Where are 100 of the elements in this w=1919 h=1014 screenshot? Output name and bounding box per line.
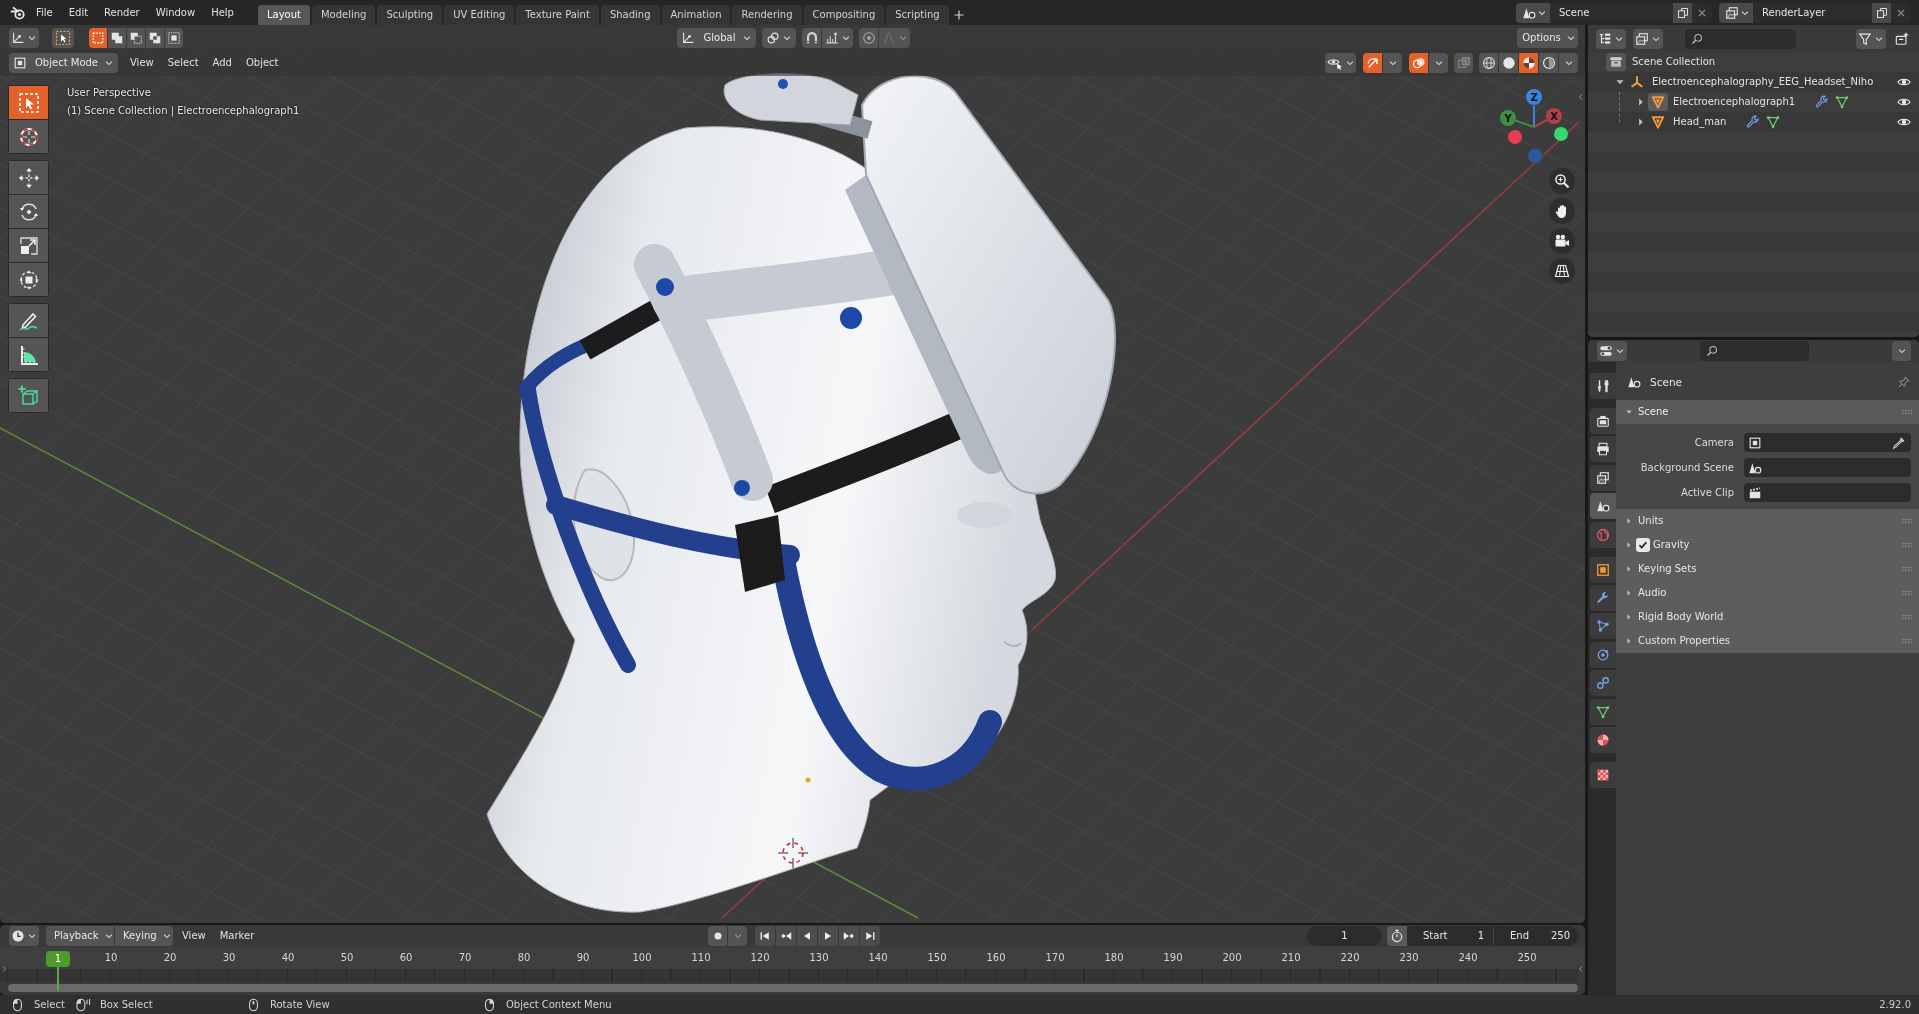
axis-handle[interactable]: Z bbox=[1526, 89, 1542, 128]
end-frame-field[interactable]: End 250 bbox=[1494, 926, 1579, 946]
timeline-dropdown[interactable]: Keying bbox=[115, 926, 173, 946]
play-button[interactable] bbox=[818, 926, 838, 946]
outliner-item[interactable]: Electroencephalography_EEG_Headset_Niho bbox=[1652, 76, 1874, 88]
tool-button[interactable] bbox=[9, 263, 48, 296]
tool-button[interactable] bbox=[9, 161, 48, 194]
pin-icon[interactable] bbox=[1898, 376, 1910, 388]
properties-tab[interactable] bbox=[1590, 761, 1616, 788]
region-toggle-icon[interactable] bbox=[0, 963, 8, 975]
previous-keyframe-button[interactable] bbox=[776, 926, 796, 946]
pan-button[interactable] bbox=[1549, 198, 1575, 224]
tool-button[interactable] bbox=[9, 304, 48, 337]
tool-button[interactable] bbox=[9, 195, 48, 228]
expand-arrow-icon[interactable] bbox=[1615, 77, 1625, 87]
snap-toggle[interactable] bbox=[802, 27, 821, 48]
outliner-item[interactable]: Electroencephalograph1 bbox=[1673, 96, 1796, 108]
subpanel-header[interactable]: Gravity bbox=[1616, 533, 1919, 557]
view-layer-browse-button[interactable] bbox=[1719, 2, 1753, 23]
properties-tab[interactable] bbox=[1590, 584, 1616, 611]
menu-item[interactable]: Marker bbox=[212, 927, 262, 945]
workspace-tab[interactable]: Animation bbox=[661, 5, 731, 25]
menu-item[interactable]: Help bbox=[203, 4, 242, 21]
play-reverse-button[interactable] bbox=[797, 926, 817, 946]
playhead-frame-indicator[interactable]: 1 bbox=[46, 951, 70, 967]
workspace-tab[interactable]: Modeling bbox=[311, 5, 376, 25]
workspace-tab[interactable]: UV Editing bbox=[444, 5, 515, 25]
menu-item[interactable]: View bbox=[123, 54, 161, 72]
jump-to-end-button[interactable] bbox=[860, 926, 880, 946]
drag-grip-icon[interactable] bbox=[1902, 638, 1912, 644]
delete-scene-button[interactable] bbox=[1692, 2, 1712, 23]
properties-tab[interactable] bbox=[1590, 464, 1616, 491]
wrench-icon[interactable] bbox=[1746, 115, 1761, 129]
drag-grip-icon[interactable] bbox=[1902, 409, 1912, 415]
properties-tab[interactable] bbox=[1590, 726, 1616, 753]
properties-tab[interactable] bbox=[1590, 436, 1616, 463]
camera-field[interactable] bbox=[1744, 433, 1911, 452]
options-dropdown[interactable]: Options bbox=[1517, 27, 1578, 48]
menu-item[interactable]: File bbox=[28, 4, 61, 21]
properties-tab[interactable] bbox=[1590, 556, 1616, 583]
tool-button[interactable] bbox=[9, 120, 48, 153]
region-toggle-icon[interactable] bbox=[1577, 963, 1585, 975]
overlay-dropdown[interactable] bbox=[1429, 53, 1448, 73]
jump-to-start-button[interactable] bbox=[755, 926, 775, 946]
wrench-icon[interactable] bbox=[1815, 95, 1830, 109]
selection-mode-button[interactable] bbox=[89, 27, 107, 48]
view-layer-name-field[interactable]: RenderLayer bbox=[1753, 2, 1872, 23]
subpanel-header[interactable]: Rigid Body World bbox=[1616, 605, 1919, 629]
blender-logo-icon[interactable] bbox=[10, 4, 26, 21]
shading-mode-button[interactable] bbox=[1499, 53, 1518, 73]
editor-type-button[interactable] bbox=[1597, 341, 1627, 361]
options-dropdown[interactable] bbox=[1892, 341, 1911, 361]
workspace-tab[interactable]: Layout bbox=[257, 5, 310, 25]
gizmo-dropdown[interactable] bbox=[1383, 53, 1402, 73]
properties-tab[interactable] bbox=[1590, 408, 1616, 434]
mode-dropdown[interactable]: Object Mode bbox=[9, 53, 118, 73]
pivot-point-dropdown[interactable] bbox=[762, 27, 796, 48]
outliner-item[interactable]: Head_man bbox=[1673, 116, 1727, 128]
menu-item[interactable]: Object bbox=[238, 54, 286, 72]
active-tool-button[interactable] bbox=[52, 27, 74, 48]
panel-header[interactable]: Scene bbox=[1616, 400, 1919, 424]
properties-tab[interactable] bbox=[1590, 493, 1616, 520]
current-frame-field[interactable]: 1 bbox=[1307, 926, 1382, 946]
shading-dropdown[interactable] bbox=[1559, 53, 1578, 73]
checkbox[interactable] bbox=[1636, 538, 1650, 552]
tool-button[interactable] bbox=[9, 86, 48, 119]
menu-item[interactable]: Select bbox=[160, 54, 206, 72]
visibility-dropdown[interactable] bbox=[1325, 53, 1356, 73]
scene-name-field[interactable]: Scene bbox=[1550, 2, 1673, 23]
menu-item[interactable]: View bbox=[175, 927, 213, 945]
overlay-toggle[interactable] bbox=[1409, 53, 1428, 73]
menu-item[interactable]: Edit bbox=[60, 4, 97, 21]
snap-target-dropdown[interactable] bbox=[822, 27, 853, 48]
timeline-scrollbar[interactable] bbox=[8, 984, 1578, 992]
editor-type-button[interactable] bbox=[9, 926, 39, 946]
workspace-tab[interactable]: Compositing bbox=[803, 5, 885, 25]
auto-keying-toggle[interactable] bbox=[708, 926, 727, 946]
axis-handle[interactable]: Y bbox=[1500, 110, 1535, 128]
orientation-dropdown[interactable]: Global bbox=[677, 27, 756, 48]
new-view-layer-button[interactable] bbox=[1872, 2, 1891, 23]
tool-button[interactable] bbox=[9, 379, 48, 412]
properties-tab[interactable] bbox=[1590, 670, 1616, 697]
properties-tab[interactable] bbox=[1590, 613, 1616, 640]
eyedropper-icon[interactable] bbox=[1892, 435, 1906, 450]
search-field[interactable] bbox=[1685, 29, 1796, 49]
next-keyframe-button[interactable] bbox=[839, 926, 859, 946]
menu-item[interactable]: Window bbox=[147, 4, 204, 21]
workspace-tab[interactable]: Scripting bbox=[886, 5, 949, 25]
subpanel-header[interactable]: Audio bbox=[1616, 581, 1919, 605]
properties-tab[interactable] bbox=[1590, 373, 1616, 399]
negative-axis-handle[interactable] bbox=[1528, 149, 1542, 163]
drag-grip-icon[interactable] bbox=[1902, 614, 1912, 620]
drag-grip-icon[interactable] bbox=[1902, 590, 1912, 596]
xray-toggle[interactable] bbox=[1454, 53, 1473, 73]
proportional-editing-toggle[interactable] bbox=[859, 27, 878, 48]
vertex-triangle-icon[interactable] bbox=[1835, 95, 1850, 109]
tool-button[interactable] bbox=[9, 229, 48, 262]
properties-tab[interactable] bbox=[1590, 641, 1616, 668]
selection-mode-button[interactable] bbox=[127, 27, 145, 48]
drag-grip-icon[interactable] bbox=[1902, 542, 1912, 548]
